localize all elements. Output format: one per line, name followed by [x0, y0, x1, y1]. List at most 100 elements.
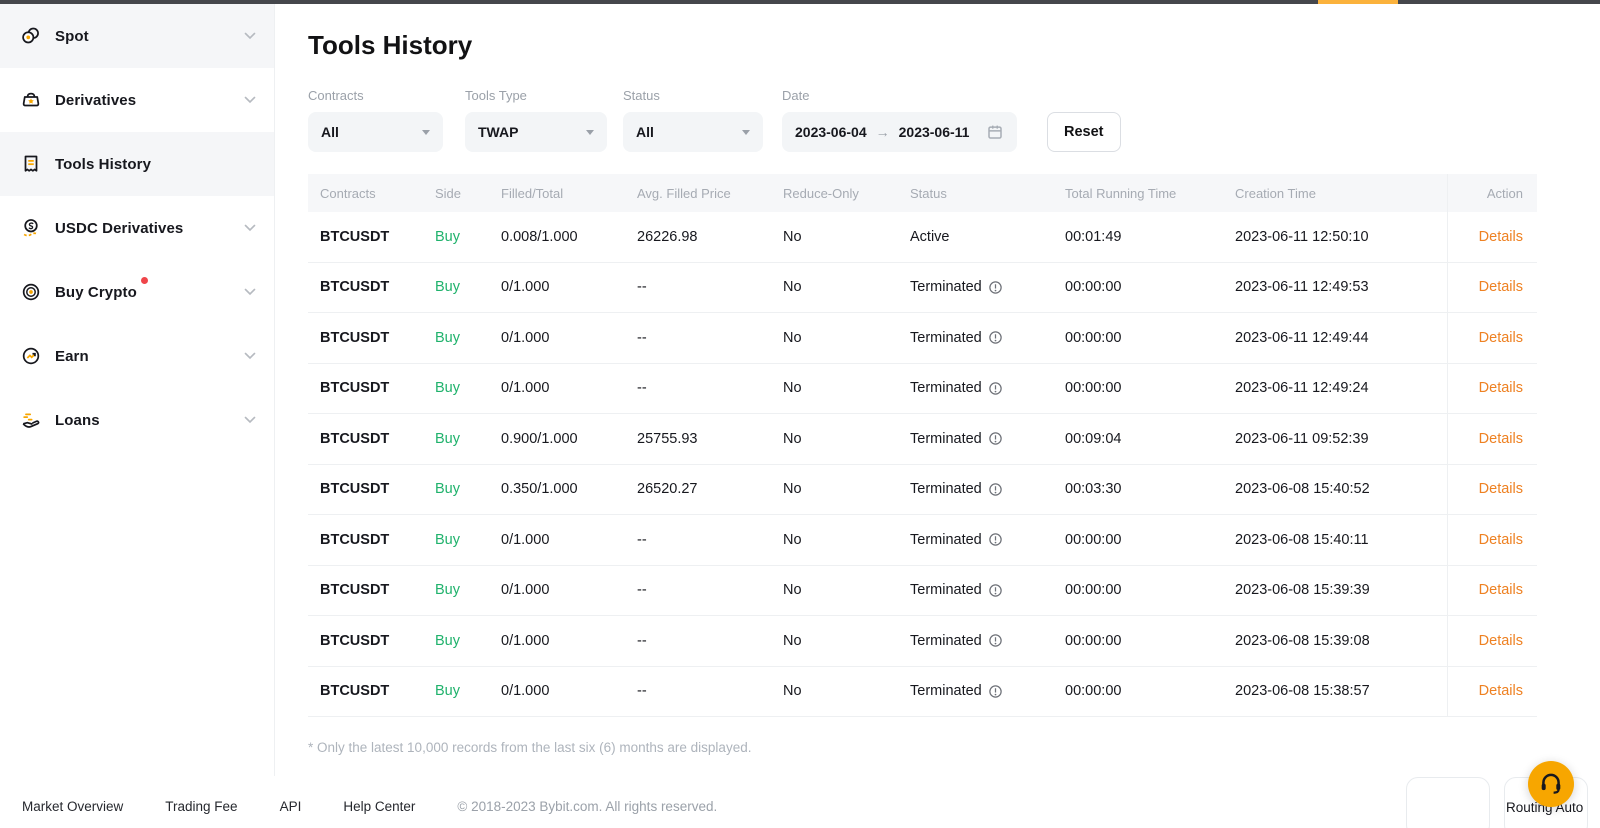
footer-link-trading-fee[interactable]: Trading Fee	[165, 799, 237, 814]
floating-button-left[interactable]	[1406, 777, 1490, 828]
cell-total-running-time: 00:00:00	[1065, 330, 1235, 346]
sidebar-item-tools-history[interactable]: Tools History	[0, 132, 274, 196]
cell-contracts: BTCUSDT	[308, 582, 435, 598]
footer-link-market-overview[interactable]: Market Overview	[22, 799, 123, 814]
chevron-down-icon	[244, 224, 256, 232]
cell-filled-total: 0/1.000	[501, 683, 637, 699]
cell-contracts: BTCUSDT	[308, 431, 435, 447]
table-row: BTCUSDT Buy 0.008/1.000 26226.98 No Acti…	[308, 212, 1537, 263]
cell-status: Terminated	[910, 532, 1065, 548]
table-row: BTCUSDT Buy 0/1.000 -- No Terminated 00:…	[308, 667, 1537, 718]
cell-side: Buy	[435, 229, 501, 245]
details-link[interactable]: Details	[1479, 582, 1523, 598]
calendar-icon	[986, 123, 1004, 141]
tools-type-select[interactable]: TWAP	[465, 112, 607, 152]
sidebar-item-usdc-derivatives[interactable]: USDC Derivatives	[0, 196, 274, 260]
cell-reduce-only: No	[783, 431, 910, 447]
cell-contracts: BTCUSDT	[308, 481, 435, 497]
chevron-down-icon	[244, 352, 256, 360]
cell-action: Details	[1447, 515, 1537, 565]
records-footnote: * Only the latest 10,000 records from th…	[308, 740, 751, 755]
cell-filled-total: 0/1.000	[501, 633, 637, 649]
contracts-filter: Contracts All	[308, 88, 465, 152]
sidebar-item-loans[interactable]: Loans	[0, 388, 274, 452]
footer-link-help-center[interactable]: Help Center	[343, 799, 415, 814]
cell-creation-time: 2023-06-08 15:38:57	[1235, 683, 1447, 699]
cell-avg-filled-price: --	[637, 279, 783, 295]
date-filter: Date 2023-06-04 → 2023-06-11	[782, 88, 1047, 152]
cell-creation-time: 2023-06-08 15:40:52	[1235, 481, 1447, 497]
cell-reduce-only: No	[783, 380, 910, 396]
details-link[interactable]: Details	[1479, 330, 1523, 346]
sidebar-item-spot[interactable]: Spot	[0, 4, 274, 68]
info-icon[interactable]	[988, 482, 1003, 497]
cell-creation-time: 2023-06-11 12:49:53	[1235, 279, 1447, 295]
cell-reduce-only: No	[783, 229, 910, 245]
details-link[interactable]: Details	[1479, 279, 1523, 295]
details-link[interactable]: Details	[1479, 633, 1523, 649]
info-icon[interactable]	[988, 381, 1003, 396]
cell-avg-filled-price: --	[637, 582, 783, 598]
cell-status: Terminated	[910, 481, 1065, 497]
footer-link-api[interactable]: API	[280, 799, 302, 814]
details-link[interactable]: Details	[1479, 683, 1523, 699]
support-chat-button[interactable]	[1528, 761, 1574, 807]
status-text: Terminated	[910, 330, 982, 346]
cell-creation-time: 2023-06-11 12:49:44	[1235, 330, 1447, 346]
caret-down-icon	[586, 130, 594, 135]
cell-status: Terminated	[910, 582, 1065, 598]
chevron-down-icon	[244, 288, 256, 296]
caret-down-icon	[742, 130, 750, 135]
cell-action: Details	[1447, 313, 1537, 363]
cell-filled-total: 0.350/1.000	[501, 481, 637, 497]
cell-status: Terminated	[910, 380, 1065, 396]
caret-down-icon	[422, 130, 430, 135]
top-scroll-thumb[interactable]	[1318, 0, 1398, 4]
reset-button[interactable]: Reset	[1047, 112, 1121, 152]
cell-reduce-only: No	[783, 683, 910, 699]
info-icon[interactable]	[988, 280, 1003, 295]
chevron-down-icon	[244, 32, 256, 40]
info-icon[interactable]	[988, 532, 1003, 547]
sidebar-item-derivatives[interactable]: Derivatives	[0, 68, 274, 132]
cell-contracts: BTCUSDT	[308, 279, 435, 295]
cell-contracts: BTCUSDT	[308, 229, 435, 245]
cell-side: Buy	[435, 431, 501, 447]
derivatives-icon	[20, 89, 42, 111]
details-link[interactable]: Details	[1479, 481, 1523, 497]
details-link[interactable]: Details	[1479, 380, 1523, 396]
info-icon[interactable]	[988, 330, 1003, 345]
usdc-derivatives-icon	[20, 217, 42, 239]
cell-filled-total: 0/1.000	[501, 582, 637, 598]
earn-icon	[20, 345, 42, 367]
info-icon[interactable]	[988, 684, 1003, 699]
details-link[interactable]: Details	[1479, 532, 1523, 548]
column-header-avg-filled-price: Avg. Filled Price	[637, 186, 783, 201]
column-header-total-running-time: Total Running Time	[1065, 186, 1235, 201]
table-row: BTCUSDT Buy 0/1.000 -- No Terminated 00:…	[308, 263, 1537, 314]
sidebar-item-label: Loans	[55, 412, 100, 429]
info-icon[interactable]	[988, 583, 1003, 598]
sidebar-item-buy-crypto[interactable]: Buy Crypto	[0, 260, 274, 324]
loans-icon	[20, 409, 42, 431]
cell-creation-time: 2023-06-11 12:50:10	[1235, 229, 1447, 245]
info-icon[interactable]	[988, 431, 1003, 446]
cell-total-running-time: 00:03:30	[1065, 481, 1235, 497]
date-end-value: 2023-06-11	[899, 124, 970, 140]
cell-action: Details	[1447, 667, 1537, 717]
cell-side: Buy	[435, 683, 501, 699]
info-icon[interactable]	[988, 633, 1003, 648]
details-link[interactable]: Details	[1479, 431, 1523, 447]
column-header-filled-total: Filled/Total	[501, 186, 637, 201]
table-row: BTCUSDT Buy 0/1.000 -- No Terminated 00:…	[308, 566, 1537, 617]
sidebar-item-earn[interactable]: Earn	[0, 324, 274, 388]
details-link[interactable]: Details	[1479, 229, 1523, 245]
cell-status: Terminated	[910, 279, 1065, 295]
cell-status: Active	[910, 229, 1065, 245]
contracts-select[interactable]: All	[308, 112, 443, 152]
status-select[interactable]: All	[623, 112, 763, 152]
date-range-picker[interactable]: 2023-06-04 → 2023-06-11	[782, 112, 1017, 152]
cell-total-running-time: 00:00:00	[1065, 380, 1235, 396]
table-row: BTCUSDT Buy 0/1.000 -- No Terminated 00:…	[308, 515, 1537, 566]
cell-creation-time: 2023-06-08 15:39:08	[1235, 633, 1447, 649]
